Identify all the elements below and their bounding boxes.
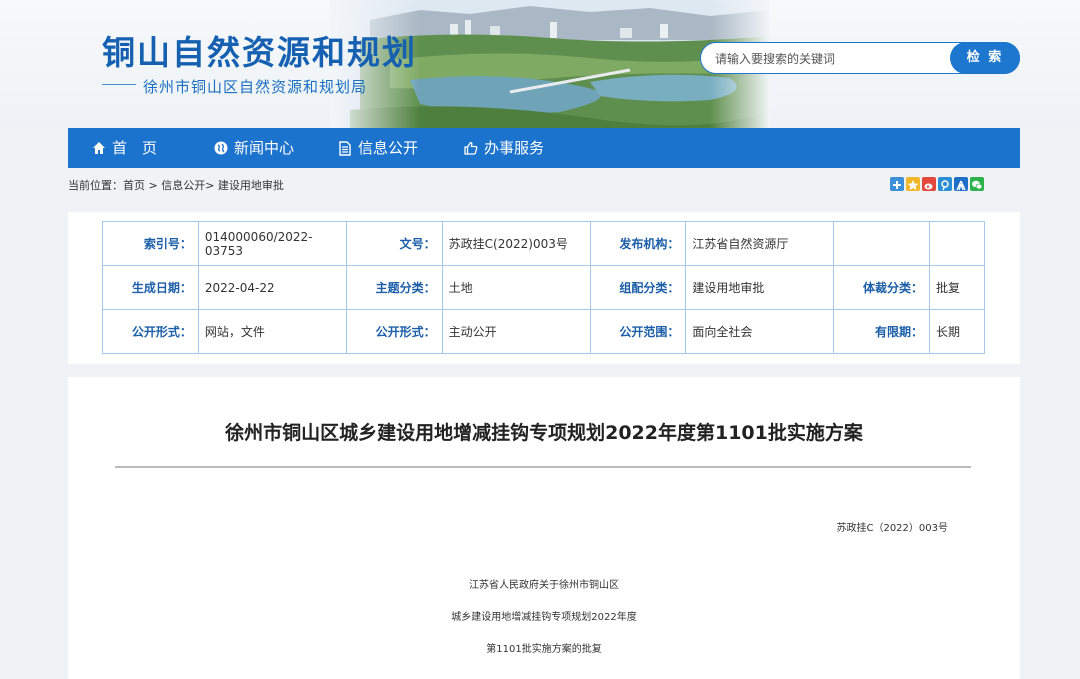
- search-box: 检 索: [700, 42, 1020, 74]
- breadcrumb: 当前位置：首页 > 信息公开> 建设用地审批: [68, 179, 284, 192]
- tencent-weibo-icon[interactable]: [938, 177, 952, 191]
- meta-label: 有限期：: [833, 309, 931, 354]
- meta-label: 发布机构：: [589, 221, 687, 266]
- header: 铜山自然资源和规划 徐州市铜山区自然资源和规划局 检 索: [0, 0, 1080, 128]
- site-subtitle: 徐州市铜山区自然资源和规划局: [143, 78, 368, 96]
- meta-value: 网站，文件: [197, 309, 347, 354]
- document-metadata-table: 索引号： 014000060/2022-03753 文号： 苏政挂C(2022)…: [102, 221, 985, 354]
- subtitle-divider: [102, 84, 136, 85]
- wechat-icon[interactable]: [970, 177, 984, 191]
- nav-item-label: 首 页: [112, 139, 158, 157]
- article-panel: 徐州市铜山区城乡建设用地增减挂钩专项规划2022年度第1101批实施方案 苏政挂…: [68, 377, 1020, 679]
- document-icon: [339, 140, 351, 156]
- body-line: 第1101批实施方案的批复: [486, 644, 602, 655]
- meta-label: [833, 221, 931, 266]
- globe-icon: [214, 141, 228, 155]
- nav-item-services[interactable]: 办事服务: [464, 128, 544, 168]
- meta-label: 生成日期：: [102, 265, 199, 310]
- title-divider: [115, 466, 971, 468]
- document-number: 苏政挂C（2022）003号: [836, 523, 948, 534]
- meta-value: 批复: [929, 265, 985, 310]
- share-toolbar: [890, 177, 984, 191]
- site-title: 铜山自然资源和规划: [102, 33, 417, 72]
- meta-label: 公开范围：: [589, 309, 687, 354]
- nav-item-label: 新闻中心: [234, 139, 295, 157]
- renren-icon[interactable]: [954, 177, 968, 191]
- body-line: 城乡建设用地增减挂钩专项规划2022年度: [451, 612, 637, 623]
- nav-item-home[interactable]: 首 页: [92, 128, 157, 168]
- meta-label: 公开形式：: [345, 309, 443, 354]
- meta-value: 苏政挂C(2022)003号: [441, 221, 591, 266]
- share-plus-icon[interactable]: [890, 177, 904, 191]
- meta-label: 主题分类：: [345, 265, 443, 310]
- qzone-icon[interactable]: [906, 177, 920, 191]
- nav-item-news[interactable]: 新闻中心: [214, 128, 294, 168]
- table-row: 公开形式： 网站，文件 公开形式： 主动公开 公开范围： 面向全社会 有限期： …: [102, 309, 985, 354]
- article-title: 徐州市铜山区城乡建设用地增减挂钩专项规划2022年度第1101批实施方案: [225, 422, 863, 444]
- main-nav: 首 页 新闻中心 信息公开 办事服务: [68, 128, 1020, 168]
- weibo-icon[interactable]: [922, 177, 936, 191]
- meta-value: 建设用地审批: [685, 265, 835, 310]
- meta-label: 体裁分类：: [833, 265, 931, 310]
- meta-value: [929, 221, 985, 266]
- meta-value: 面向全社会: [685, 309, 835, 354]
- meta-value: 2022-04-22: [197, 265, 347, 310]
- nav-item-info-disclosure[interactable]: 信息公开: [338, 128, 418, 168]
- nav-item-label: 信息公开: [358, 139, 419, 157]
- search-input[interactable]: [715, 49, 945, 69]
- table-row: 生成日期： 2022-04-22 主题分类： 土地 组配分类： 建设用地审批 体…: [102, 265, 985, 310]
- meta-value: 土地: [441, 265, 591, 310]
- meta-value: 014000060/2022-03753: [197, 221, 347, 266]
- search-button[interactable]: 检 索: [950, 42, 1020, 74]
- document-metadata-panel: 索引号： 014000060/2022-03753 文号： 苏政挂C(2022)…: [68, 212, 1020, 364]
- nav-item-label: 办事服务: [484, 139, 545, 157]
- meta-label: 索引号：: [102, 221, 199, 266]
- thumbs-up-icon: [464, 141, 478, 155]
- body-line: 江苏省人民政府关于徐州市铜山区: [469, 580, 619, 591]
- meta-label: 组配分类：: [589, 265, 687, 310]
- meta-label: 文号：: [345, 221, 443, 266]
- meta-label: 公开形式：: [102, 309, 199, 354]
- meta-value: 主动公开: [441, 309, 591, 354]
- meta-value: 江苏省自然资源厅: [685, 221, 835, 266]
- meta-value: 长期: [929, 309, 985, 354]
- table-row: 索引号： 014000060/2022-03753 文号： 苏政挂C(2022)…: [102, 221, 985, 266]
- home-icon: [93, 142, 105, 154]
